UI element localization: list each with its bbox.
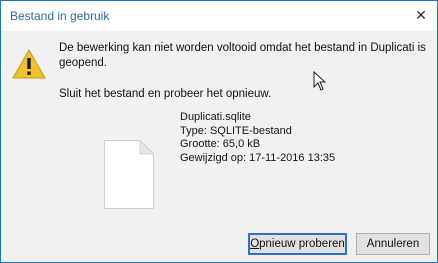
file-in-use-dialog: Bestand in gebruik ✕ De bewerking kan ni… [0, 0, 438, 263]
mouse-pointer-icon [313, 71, 327, 91]
file-name: Duplicati.sqlite [180, 111, 251, 123]
error-message: De bewerking kan niet worden voltooid om… [59, 42, 426, 69]
instruction-text: Sluit het bestand en probeer het opnieuw… [59, 88, 272, 100]
title-bar: Bestand in gebruik ✕ [1, 1, 437, 31]
warning-icon [12, 49, 46, 79]
retry-button[interactable]: Opnieuw proberen [248, 233, 347, 255]
retry-label-rest: pnieuw proberen [259, 238, 345, 250]
file-size: Grootte: 65,0 kB [180, 138, 261, 150]
file-modified: Gewijzigd op: 17-11-2016 13:35 [180, 151, 336, 164]
file-type: Type: SQLITE-bestand [180, 124, 292, 137]
document-icon [104, 140, 154, 209]
retry-button-label: Opnieuw proberen [250, 238, 345, 250]
window-title: Bestand in gebruik [10, 9, 110, 23]
retry-mnemonic: O [250, 238, 260, 250]
close-icon[interactable]: ✕ [411, 5, 431, 25]
cancel-button[interactable]: Annuleren [356, 233, 430, 255]
file-details: Duplicati.sqlite Type: SQLITE-bestand Gr… [180, 111, 335, 165]
